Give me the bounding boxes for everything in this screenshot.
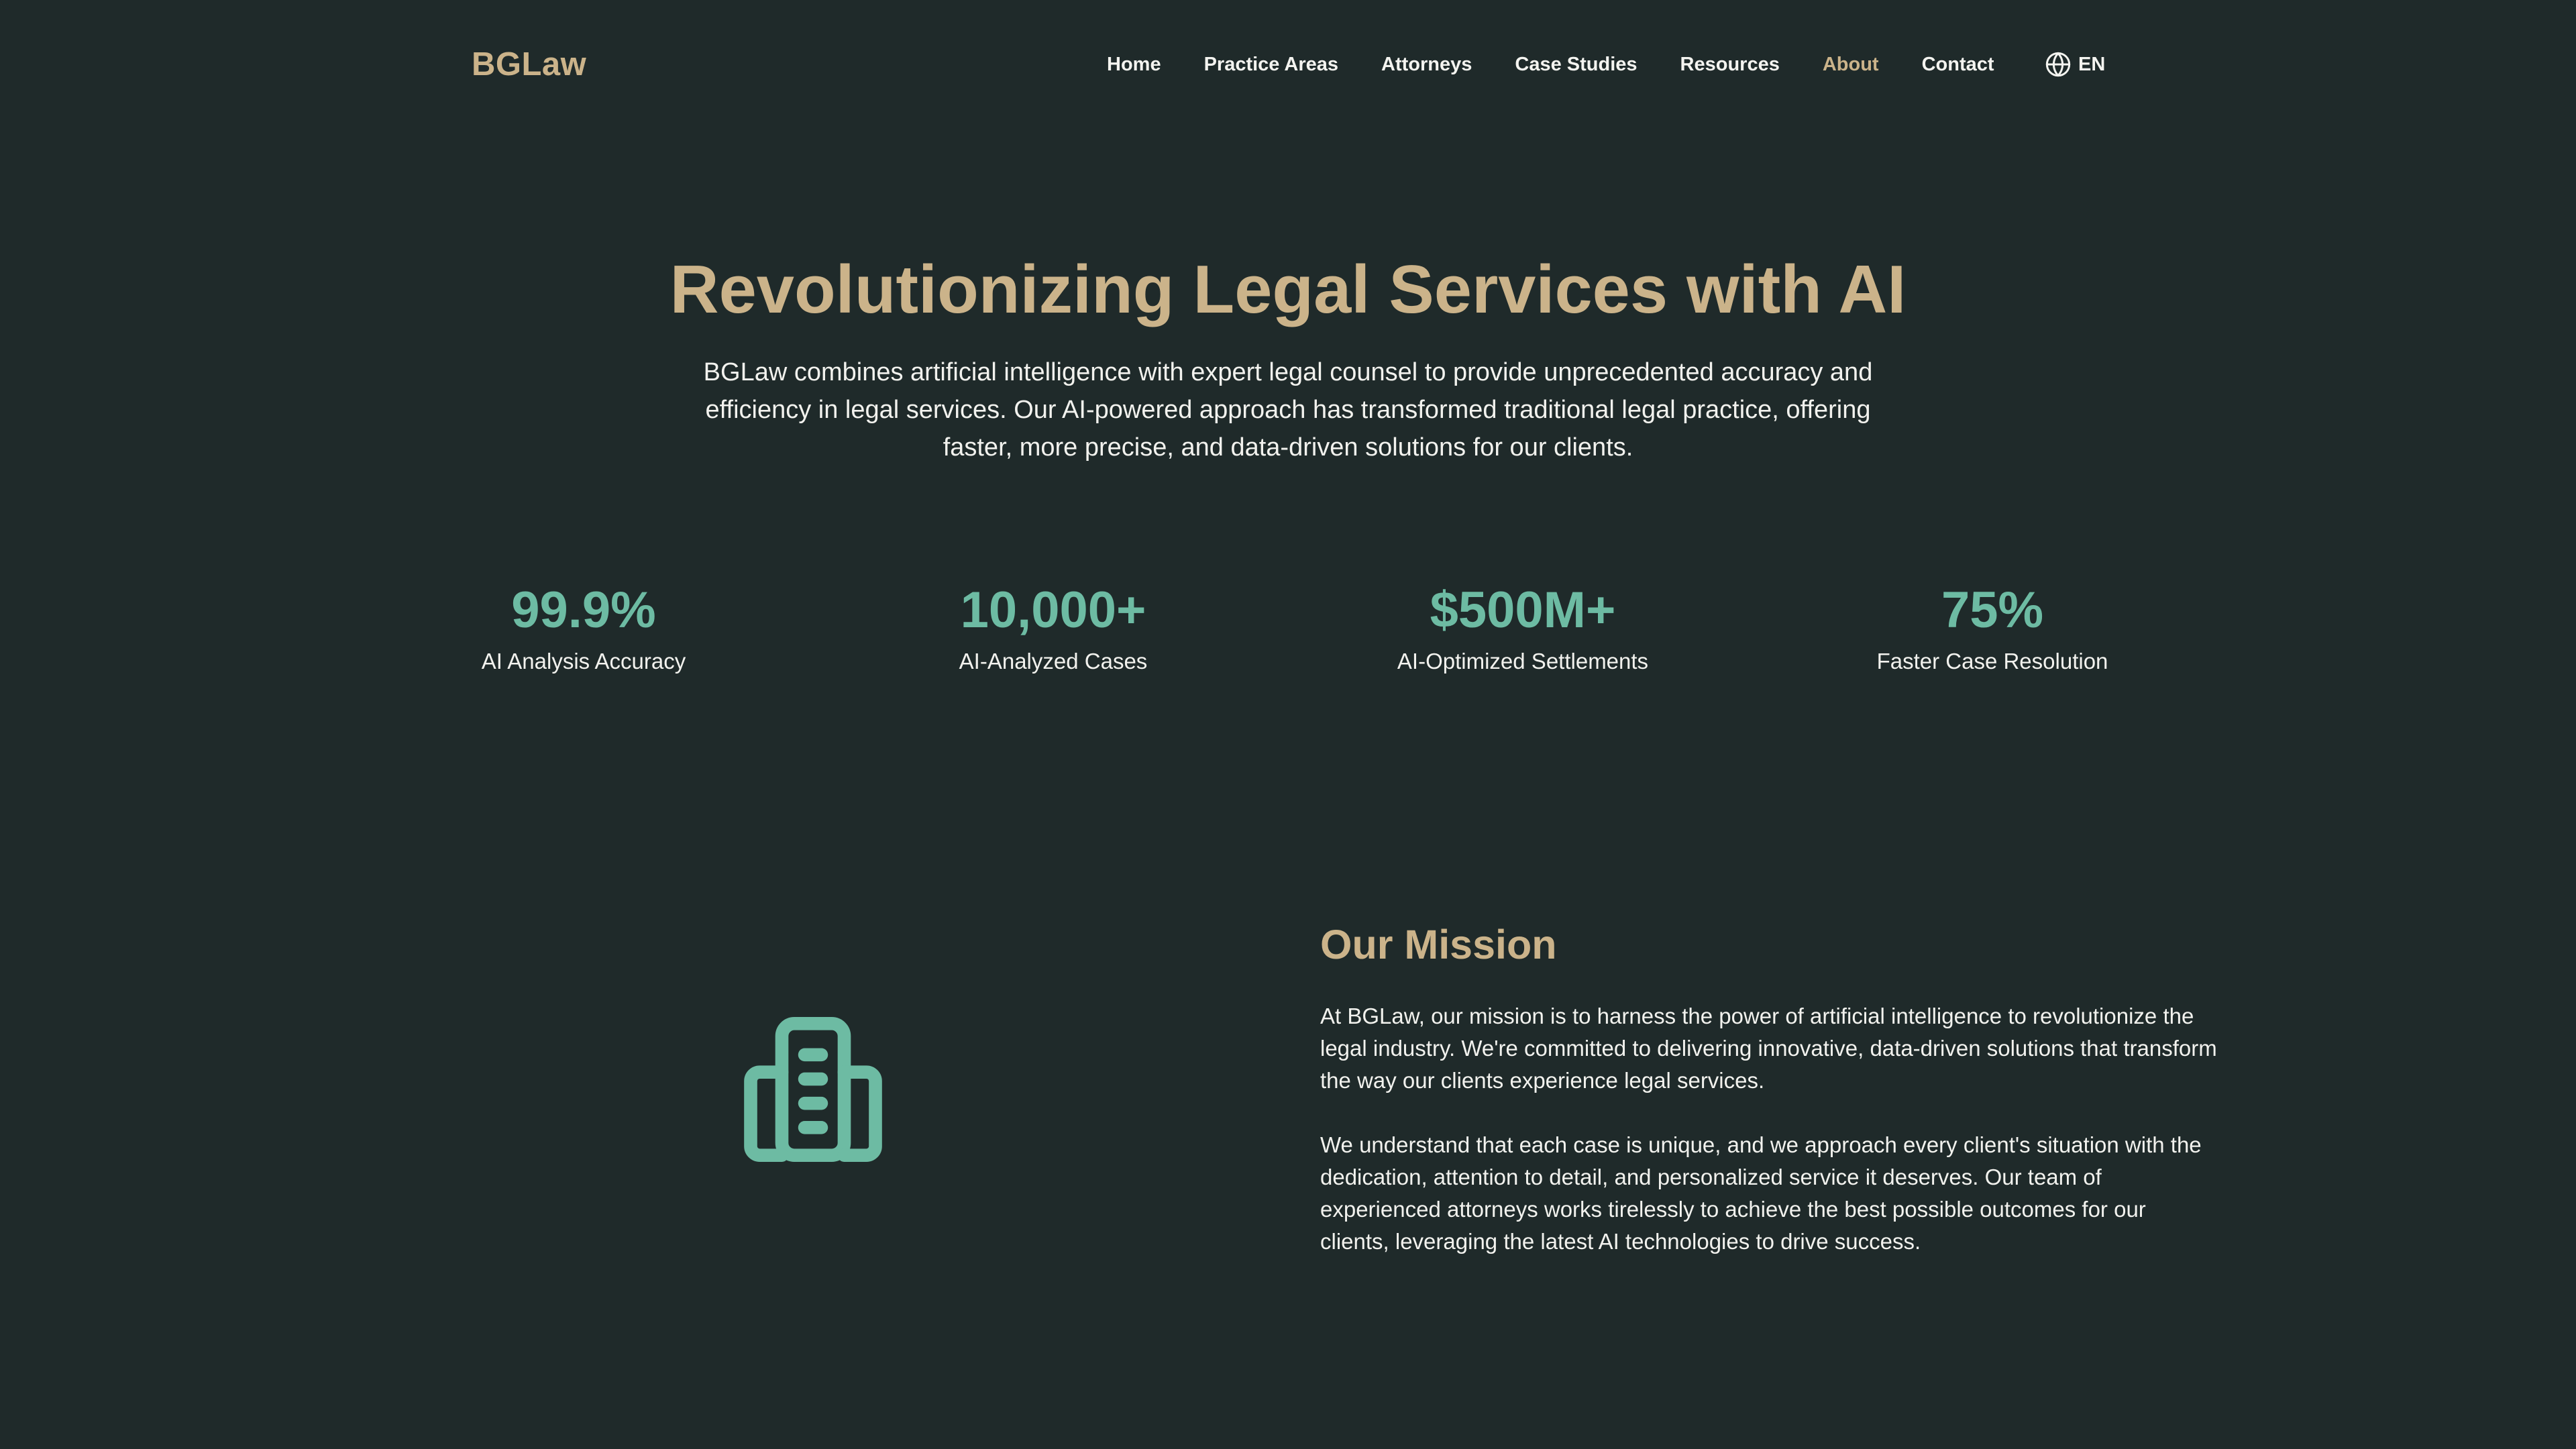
stat-value: 10,000+ [960, 582, 1146, 639]
site-header: BGLaw Home Practice Areas Attorneys Case… [0, 0, 2576, 127]
nav-item-about[interactable]: About [1823, 51, 1879, 78]
mission-paragraph: At BGLaw, our mission is to harness the … [1320, 1004, 2217, 1093]
building-icon [744, 1017, 882, 1162]
stat-resolution: 75% Faster Case Resolution [1758, 576, 2227, 676]
page-title: Revolutionizing Legal Services with AI [669, 252, 1907, 327]
language-label: EN [2078, 54, 2106, 75]
brand-logo[interactable]: BGLaw [472, 43, 586, 86]
globe-icon [2045, 52, 2071, 77]
stat-label: Faster Case Resolution [1876, 649, 2108, 674]
mission-title: Our Mission [1320, 922, 1557, 967]
stat-label: AI-Analyzed Cases [959, 649, 1148, 674]
main-nav: Home Practice Areas Attorneys Case Studi… [1107, 51, 2037, 78]
hero-description: BGLaw combines artificial intelligence w… [703, 358, 1873, 462]
mission-paragraph: We understand that each case is unique, … [1320, 1132, 2202, 1254]
nav-item-practice-areas[interactable]: Practice Areas [1204, 51, 1338, 78]
nav-item-home[interactable]: Home [1107, 51, 1161, 78]
nav-item-contact[interactable]: Contact [1922, 51, 1994, 78]
nav-item-attorneys[interactable]: Attorneys [1381, 51, 1472, 78]
stat-label: AI Analysis Accuracy [481, 649, 686, 674]
stat-settlements: $500M+ AI-Optimized Settlements [1288, 576, 1758, 676]
language-selector[interactable]: EN [2045, 50, 2105, 79]
stats-section: 99.9% AI Analysis Accuracy 10,000+ AI-An… [0, 576, 2576, 696]
stat-value: $500M+ [1430, 582, 1616, 639]
nav-item-resources[interactable]: Resources [1680, 51, 1780, 78]
stat-accuracy: 99.9% AI Analysis Accuracy [349, 576, 818, 676]
stat-label: AI-Optimized Settlements [1397, 649, 1649, 674]
stat-cases: 10,000+ AI-Analyzed Cases [818, 576, 1288, 676]
stat-value: 99.9% [511, 582, 656, 639]
stat-value: 75% [1941, 582, 2044, 639]
nav-item-case-studies[interactable]: Case Studies [1515, 51, 1637, 78]
